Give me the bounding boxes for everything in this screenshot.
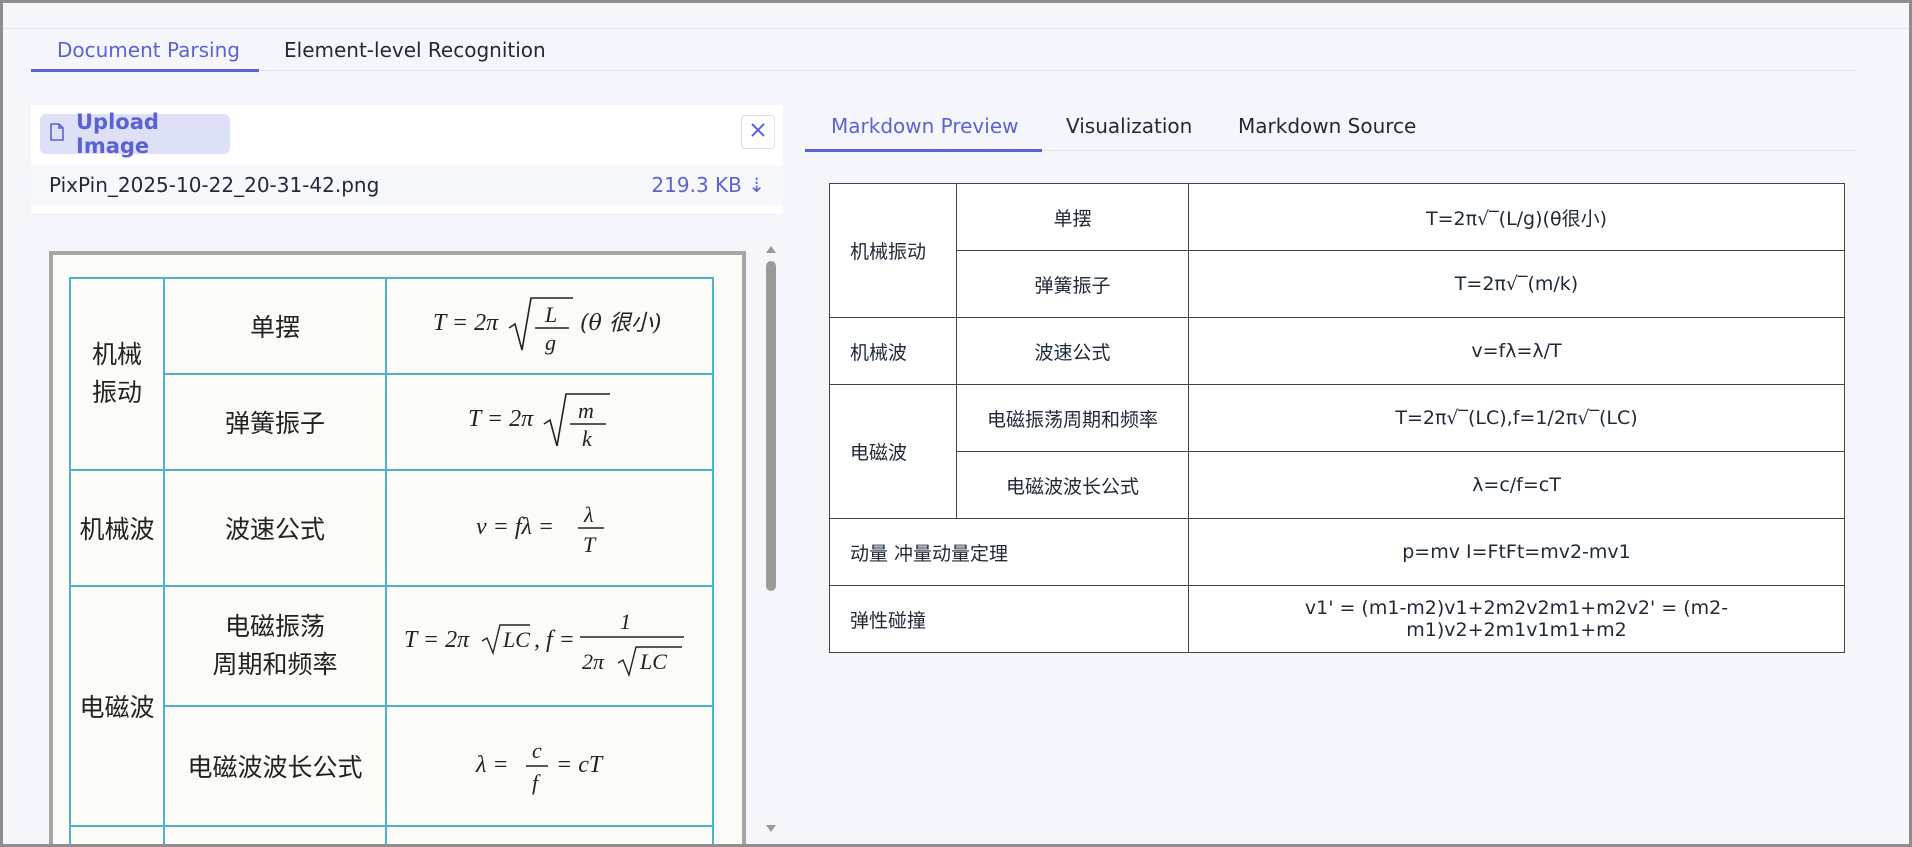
scan-formula-wavelength: λ = c f = cT (385, 705, 714, 827)
file-row: PixPin_2025-10-22_20-31-42.png 219.3 KB … (31, 165, 783, 205)
scan-cell-empty (385, 825, 714, 844)
file-icon (50, 122, 64, 146)
md-cell-formula: v=fλ=λ/T (1188, 317, 1845, 385)
scan-cell-item: 单摆 (163, 277, 387, 375)
upload-image-button[interactable]: Upload Image (40, 110, 230, 158)
svg-text:v = fλ =: v = fλ = (476, 514, 554, 540)
md-cell-formula: v1' = (m1-m2)v1+2m2v2m1+m2v2' = (m2-m1)v… (1188, 585, 1845, 653)
svg-text:LC: LC (639, 649, 667, 674)
markdown-preview-table: 机械振动 单摆 T=2π√‾(L/g)(θ很小) 弹簧振子 T=2π√‾(m/k… (829, 183, 1845, 653)
scan-cell-item: 弹簧振子 (163, 373, 387, 471)
scan-formula-pendulum: T = 2π L g (θ 很小) (385, 277, 714, 375)
scan-formula-em-oscillation: T = 2π LC , f = 1 2π LC (385, 585, 714, 707)
scan-category-line: 机械 (91, 340, 142, 369)
formula-spring-image: T = 2π m k (468, 392, 610, 451)
image-preview: 机械 振动 单摆 T = 2π L g (θ 很小) 弹簧振子 T = 2π m… (49, 251, 746, 844)
top-band (3, 3, 1909, 29)
file-download-link[interactable]: 219.3 KB ⇣ (651, 173, 765, 197)
scroll-down-icon[interactable] (765, 819, 777, 838)
close-icon (750, 122, 766, 142)
tab-markdown-preview[interactable]: Markdown Preview (831, 103, 1019, 149)
scan-cell-empty (163, 825, 387, 844)
scan-formula-wave-speed: v = fλ = λ T (385, 469, 714, 587)
md-cell-item: 电磁振荡周期和频率 (956, 384, 1189, 452)
md-cell-item: 单摆 (956, 183, 1189, 251)
scan-cell-category: 电磁波 (69, 585, 165, 827)
formula-pendulum-image: T = 2π L g (θ 很小) (433, 296, 661, 355)
md-cell-category: 电磁波 (829, 384, 957, 519)
md-cell-formula: T=2π√‾(L/g)(θ很小) (1188, 183, 1845, 251)
scan-cell-item: 波速公式 (163, 469, 387, 587)
formula-em-oscillation-image: T = 2π LC , f = 1 2π LC (404, 609, 684, 677)
svg-text:T: T (583, 532, 597, 557)
active-tab-indicator (31, 69, 259, 72)
scan-formula-spring: T = 2π m k (385, 373, 714, 471)
svg-text:(θ 很小): (θ 很小) (580, 311, 661, 336)
formula-wavelength-image: λ = c f = cT (475, 738, 604, 795)
svg-text:λ: λ (583, 502, 594, 527)
formula-wave-speed-image: v = fλ = λ T (476, 502, 604, 557)
md-cell-merged: 弹性碰撞 (829, 585, 1189, 653)
md-cell-formula: p=mv I=FtFt=mv2-mv1 (1188, 518, 1845, 586)
svg-text:2π: 2π (582, 649, 605, 674)
tab-visualization[interactable]: Visualization (1066, 103, 1192, 149)
scan-cell-item: 电磁波波长公式 (163, 705, 387, 827)
svg-text:m: m (578, 398, 594, 423)
svg-text:T = 2π: T = 2π (468, 406, 534, 432)
md-cell-item: 波速公式 (956, 317, 1189, 385)
active-output-tab-indicator (805, 149, 1042, 152)
tab-document-parsing[interactable]: Document Parsing (57, 29, 240, 71)
svg-text:T = 2π: T = 2π (404, 627, 470, 653)
md-cell-merged: 动量 冲量动量定理 (829, 518, 1189, 586)
md-cell-item: 电磁波波长公式 (956, 451, 1189, 519)
svg-text:λ =: λ = (475, 752, 509, 778)
svg-text:= cT: = cT (556, 752, 604, 778)
preview-scrollbar[interactable] (764, 239, 778, 835)
svg-text:1: 1 (620, 609, 631, 634)
svg-text:c: c (532, 738, 542, 763)
output-tab-bar: Markdown Preview Visualization Markdown … (805, 103, 1857, 152)
svg-text:f: f (532, 770, 541, 795)
scan-cell-empty (69, 825, 165, 844)
tab-markdown-source[interactable]: Markdown Source (1238, 103, 1416, 149)
scan-table: 机械 振动 单摆 T = 2π L g (θ 很小) 弹簧振子 T = 2π m… (69, 277, 714, 844)
upload-panel: Upload Image PixPin_2025-10-22_20-31-42.… (31, 105, 783, 213)
md-cell-formula: T=2π√‾(LC),f=1/2π√‾(LC) (1188, 384, 1845, 452)
md-cell-formula: T=2π√‾(m/k) (1188, 250, 1845, 318)
scan-item-line: 周期和频率 (212, 650, 338, 679)
md-cell-item: 弹簧振子 (956, 250, 1189, 318)
tab-element-level-recognition[interactable]: Element-level Recognition (284, 29, 546, 71)
svg-text:LC: LC (502, 627, 530, 652)
md-cell-category: 机械振动 (829, 183, 957, 318)
scroll-up-icon[interactable] (765, 239, 777, 258)
file-name: PixPin_2025-10-22_20-31-42.png (49, 173, 380, 197)
scan-cell-category: 机械波 (69, 469, 165, 587)
top-tab-bar: Document Parsing Element-level Recogniti… (31, 29, 1857, 72)
scan-item-line: 电磁振荡 (224, 612, 325, 641)
svg-text:, f =: , f = (534, 627, 575, 653)
svg-text:L: L (544, 302, 557, 327)
md-cell-formula: λ=c/f=cT (1188, 451, 1845, 519)
scanned-image: 机械 振动 单摆 T = 2π L g (θ 很小) 弹簧振子 T = 2π m… (53, 255, 742, 844)
scan-cell-item: 电磁振荡 周期和频率 (163, 585, 387, 707)
svg-text:T = 2π: T = 2π (433, 310, 499, 336)
remove-file-button[interactable] (741, 115, 775, 149)
scan-category-line: 振动 (91, 378, 142, 407)
md-cell-category: 机械波 (829, 317, 957, 385)
upload-button-label: Upload Image (76, 110, 159, 158)
scan-cell-category: 机械 振动 (69, 277, 165, 471)
app-window: Document Parsing Element-level Recogniti… (3, 3, 1909, 844)
svg-text:g: g (545, 330, 556, 355)
scrollbar-thumb[interactable] (766, 261, 776, 591)
svg-text:k: k (582, 426, 593, 451)
